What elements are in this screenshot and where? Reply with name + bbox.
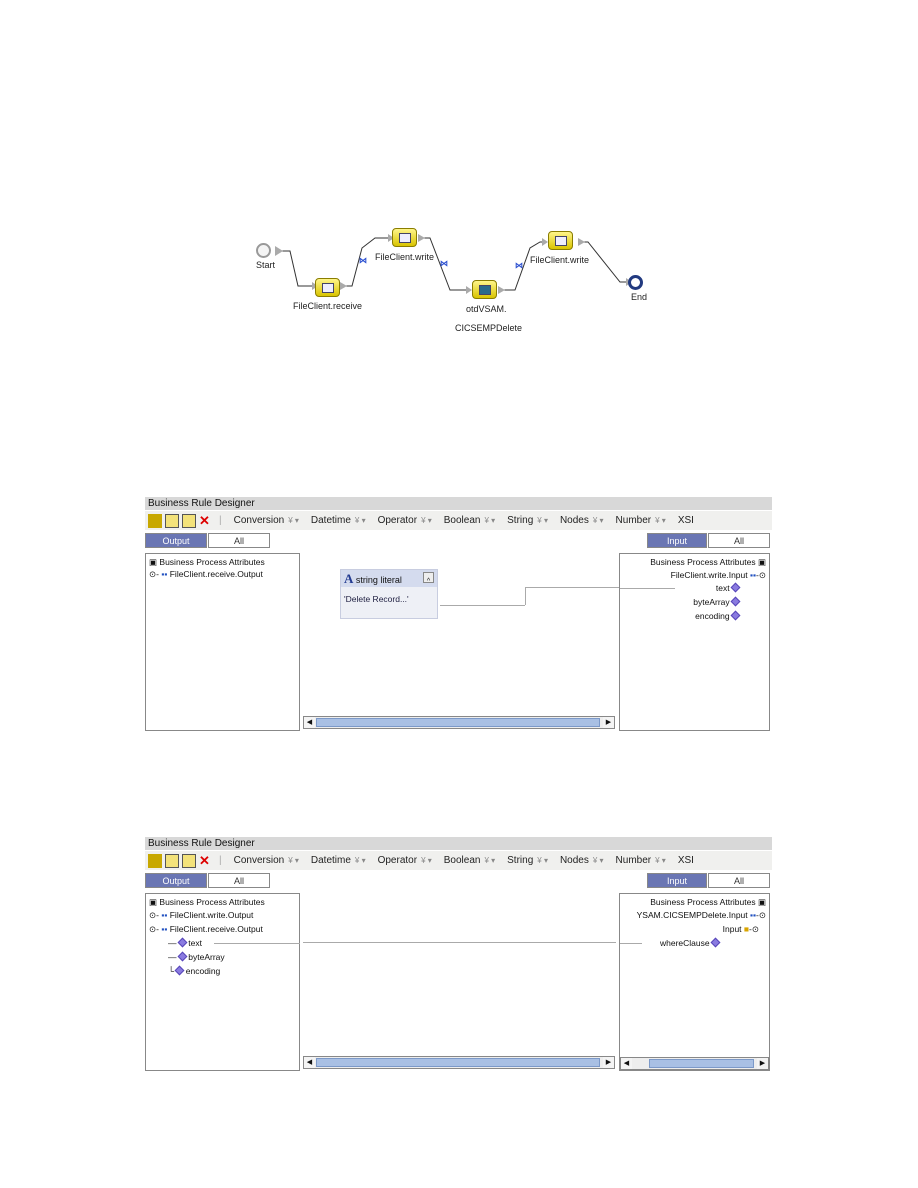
tree-node[interactable]: YSAM.CICSEMPDelete.Input ▪▪-⊙: [637, 910, 766, 921]
tree-root[interactable]: Business Process Attributes ▣: [650, 557, 766, 568]
toolbar: ✕ | Conversion ¥ ▾ Datetime ¥ ▾ Operator ¥ …: [145, 851, 772, 870]
menu-number[interactable]: Number ¥ ▾: [616, 855, 666, 866]
toolbar: ✕ | Conversion ¥ ▾ Datetime ¥ ▾ Operator ¥ …: [145, 511, 772, 530]
move-up-icon[interactable]: [182, 513, 196, 528]
input-tree-panel: Business Process Attributes ▣ FileClient…: [619, 553, 770, 731]
literal-value[interactable]: 'Delete Record...': [341, 587, 437, 611]
attribute-icon: [710, 937, 721, 948]
literal-title: string literal: [355, 575, 402, 585]
receive-label: FileClient.receive: [293, 301, 363, 311]
menu-xsi[interactable]: XSI: [678, 855, 694, 866]
end-event-icon[interactable]: [628, 275, 643, 290]
vsam-label-2: CICSEMPDelete: [455, 323, 523, 333]
horizontal-scrollbar[interactable]: ◀ ▶: [303, 716, 615, 729]
move-down-icon[interactable]: [165, 853, 179, 868]
menu-nodes[interactable]: Nodes ¥ ▾: [560, 855, 604, 866]
folder-icon: ■: [743, 924, 750, 934]
attribute-icon: [177, 951, 188, 962]
attribute-icon: [177, 937, 188, 948]
menu-conversion[interactable]: Conversion ¥ ▾: [234, 855, 299, 866]
input-tree-panel: Business Process Attributes ▣ YSAM.CICSE…: [619, 893, 770, 1071]
menu-string[interactable]: String ¥ ▾: [507, 515, 548, 526]
tree-node[interactable]: FileClient.write.Input ▪▪-⊙: [671, 570, 766, 581]
horizontal-scrollbar[interactable]: ◀ ▶: [620, 1057, 769, 1070]
end-label: End: [631, 292, 648, 302]
move-up-icon[interactable]: [182, 853, 196, 868]
string-literal-box[interactable]: A string literal ^ 'Delete Record...': [340, 569, 438, 619]
delete-icon[interactable]: ✕: [199, 513, 213, 528]
designer-title: Business Rule Designer: [145, 837, 772, 850]
diagram-connectors: [275, 234, 632, 294]
menu-conversion[interactable]: Conversion ¥ ▾: [234, 515, 299, 526]
horizontal-scrollbar[interactable]: ◀ ▶: [303, 1056, 615, 1069]
collapse-icon[interactable]: ^: [423, 572, 434, 585]
add-rule-icon[interactable]: [148, 513, 162, 528]
business-rule-designer-1: Business Rule Designer ✕ | Conversion ¥ ▾…: [143, 497, 772, 733]
menu-boolean[interactable]: Boolean ¥ ▾: [444, 515, 495, 526]
menu-operator[interactable]: Operator ¥ ▾: [378, 515, 432, 526]
tree-node[interactable]: ⊙- ▪▪ FileClient.write.Output: [149, 910, 253, 921]
mapping-canvas[interactable]: A string literal ^ 'Delete Record...' ◀ ▶: [303, 553, 620, 731]
attribute-icon: [730, 610, 741, 621]
tree-node[interactable]: ⊙- ▪▪ FileClient.receive.Output: [149, 569, 263, 580]
attr-encoding[interactable]: └ encoding: [168, 965, 220, 976]
literal-a-icon: A: [344, 571, 354, 586]
filetask-write-icon[interactable]: [392, 228, 417, 247]
output-tab[interactable]: Output: [145, 533, 207, 548]
attr-whereclause[interactable]: whereClause: [660, 937, 721, 948]
output-tree-panel: ▣ Business Process Attributes ⊙- ▪▪ File…: [145, 893, 300, 1071]
attribute-icon: [730, 582, 741, 593]
input-all-tab[interactable]: All: [708, 533, 770, 548]
link-icon[interactable]: ⋈: [440, 259, 448, 268]
mapping-canvas[interactable]: ◀ ▶: [303, 893, 616, 1071]
output-tree-panel: ▣ Business Process Attributes ⊙- ▪▪ File…: [145, 553, 300, 731]
input-all-tab[interactable]: All: [708, 873, 770, 888]
menu-string[interactable]: String ¥ ▾: [507, 855, 548, 866]
attr-encoding[interactable]: encoding: [695, 610, 741, 621]
input-tab[interactable]: Input: [647, 873, 707, 888]
vsam-task-icon[interactable]: [472, 280, 497, 299]
designer-title: Business Rule Designer: [145, 497, 772, 510]
business-rule-designer-2: Business Rule Designer ✕ | Conversion ¥ ▾…: [143, 837, 772, 1073]
tree-root[interactable]: Business Process Attributes ▣: [650, 897, 766, 908]
write1-label: FileClient.write: [375, 252, 435, 262]
attr-bytearray[interactable]: — byteArray: [168, 951, 225, 962]
tree-node[interactable]: ⊙- ▪▪ FileClient.receive.Output: [149, 924, 263, 935]
move-down-icon[interactable]: [165, 513, 179, 528]
output-tab[interactable]: Output: [145, 873, 207, 888]
link-icon[interactable]: ⋈: [515, 261, 523, 270]
menu-boolean[interactable]: Boolean ¥ ▾: [444, 855, 495, 866]
menu-datetime[interactable]: Datetime ¥ ▾: [311, 855, 366, 866]
vsam-label: otdVSAM.: [466, 304, 507, 314]
delete-icon[interactable]: ✕: [199, 853, 213, 868]
write2-label: FileClient.write: [530, 255, 590, 265]
filetask-write2-icon[interactable]: [548, 231, 573, 250]
attr-text[interactable]: — text: [168, 937, 202, 948]
menu-operator[interactable]: Operator ¥ ▾: [378, 855, 432, 866]
attribute-icon: [174, 965, 185, 976]
menu-xsi[interactable]: XSI: [678, 515, 694, 526]
tree-node-input[interactable]: Input ■-⊙: [723, 924, 759, 935]
tree-root[interactable]: ▣ Business Process Attributes: [149, 557, 265, 568]
tree-root[interactable]: ▣ Business Process Attributes: [149, 897, 265, 908]
attr-text[interactable]: text: [716, 582, 741, 593]
filetask-receive-icon[interactable]: [315, 278, 340, 297]
menu-datetime[interactable]: Datetime ¥ ▾: [311, 515, 366, 526]
output-all-tab[interactable]: All: [208, 873, 270, 888]
output-all-tab[interactable]: All: [208, 533, 270, 548]
attribute-icon: [730, 596, 741, 607]
menu-number[interactable]: Number ¥ ▾: [616, 515, 666, 526]
start-label: Start: [256, 260, 276, 270]
add-rule-icon[interactable]: [148, 853, 162, 868]
link-icon[interactable]: ⋈: [359, 256, 367, 265]
input-tab[interactable]: Input: [647, 533, 707, 548]
attr-bytearray[interactable]: byteArray: [693, 596, 741, 607]
menu-nodes[interactable]: Nodes ¥ ▾: [560, 515, 604, 526]
start-event-icon[interactable]: [256, 243, 271, 258]
